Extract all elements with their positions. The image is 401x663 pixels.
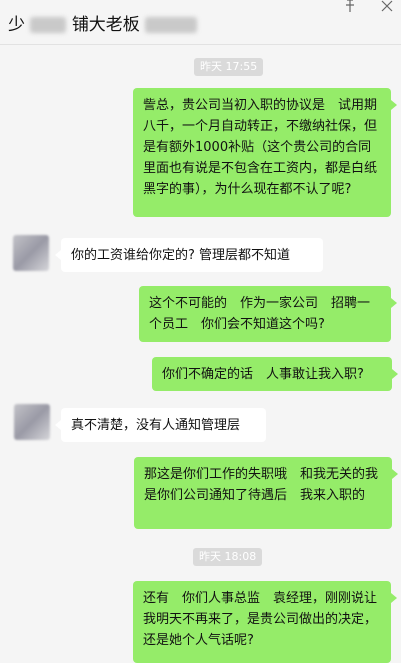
chat-title-prefix: 少 — [8, 15, 25, 35]
avatar[interactable] — [13, 235, 49, 271]
pin-icon[interactable] — [343, 0, 357, 12]
message-bubble-sent[interactable]: 还有 你们人事总监 袁经理，刚刚说让我明天不再来了，是贵公司做出的决定，还是她个… — [133, 581, 397, 663]
message-bubble-received[interactable]: 真不清楚，没有人通知管理层 — [55, 408, 266, 442]
redacted-name-part — [145, 17, 198, 33]
message-bubble-received[interactable]: 你的工资谁给你定的? 管理层都不知道 — [55, 238, 323, 272]
message-bubble-sent[interactable]: 那这是你们工作的失职哦 和我无关的我是你们公司通知了待遇后 我来入职的 — [134, 457, 398, 529]
message-bubble-sent[interactable]: 訾总，贵公司当初入职的协议是 试用期八千，一个月自动转正，不缴纳社保，但是有额外… — [133, 88, 397, 217]
message-bubble-sent[interactable]: 你们不确定的话 人事敢让我入职? — [152, 357, 398, 391]
message-bubble-sent[interactable]: 这个不可能的 作为一家公司 招聘一个员工 你们会不知道这个吗? — [139, 286, 397, 342]
time-separator: 昨天 18:08 — [193, 548, 263, 566]
chat-title: 少 铺大老板 — [8, 10, 198, 35]
avatar[interactable] — [14, 404, 50, 440]
time-separator: 昨天 17:55 — [194, 58, 264, 76]
close-icon[interactable] — [381, 0, 393, 12]
redacted-name-part — [30, 17, 67, 33]
chat-title-main: 铺大老板 — [71, 15, 140, 35]
chat-header: 少 铺大老板 — [0, 0, 401, 45]
